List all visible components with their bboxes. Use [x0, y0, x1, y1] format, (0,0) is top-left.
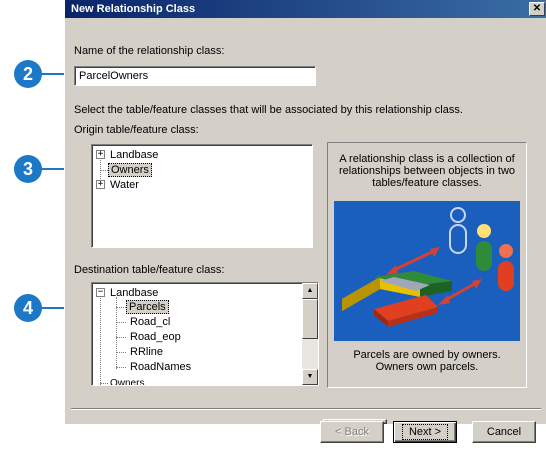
parcels-icon [342, 271, 452, 327]
info-panel: A relationship class is a collection of … [327, 142, 527, 388]
dest-scrollbar[interactable]: ▲ ▼ [302, 283, 318, 385]
relationship-name-input[interactable]: ParcelOwners [74, 66, 316, 86]
dest-connector [116, 352, 126, 353]
info-caption-1: Parcels are owned by owners. [353, 349, 501, 361]
collapse-icon[interactable]: − [96, 288, 105, 297]
next-button-label: Next > [401, 424, 449, 440]
callout-2: 2 [14, 60, 42, 88]
window-title: New Relationship Class [71, 3, 196, 15]
dest-connector [116, 367, 126, 368]
back-button[interactable]: < Back [320, 421, 384, 443]
info-description: A relationship class is a collection of … [338, 153, 516, 189]
instruction-text: Select the table/feature classes that wi… [74, 104, 463, 116]
scroll-up-icon[interactable]: ▲ [302, 283, 318, 299]
dest-connector [100, 383, 108, 384]
next-button[interactable]: Next > [393, 421, 457, 443]
dest-tree-trunk [100, 295, 101, 385]
dest-connector [116, 307, 126, 308]
parcels-owners-graphic [342, 207, 514, 327]
dest-item-roadnames[interactable]: RoadNames [130, 360, 191, 374]
dest-item-label-selected: Parcels [126, 300, 169, 314]
dest-item-label: Landbase [110, 287, 159, 299]
destination-label: Destination table/feature class: [74, 264, 225, 276]
dest-item-rrline[interactable]: RRline [130, 345, 163, 359]
title-bar: New Relationship Class ✕ [65, 0, 546, 18]
callout-3: 3 [14, 155, 42, 183]
cancel-button[interactable]: Cancel [472, 421, 536, 443]
origin-tree-connector-h [100, 170, 108, 171]
close-icon[interactable]: ✕ [529, 2, 545, 16]
new-relationship-class-dialog: New Relationship Class ✕ Name of the rel… [64, 0, 546, 424]
origin-item-owners[interactable]: Owners [108, 163, 152, 177]
relationship-illustration [334, 201, 520, 341]
dest-connector [116, 337, 126, 338]
scroll-thumb[interactable] [302, 299, 318, 339]
origin-tree[interactable]: + Landbase Owners + Water [91, 144, 313, 248]
origin-item-label: Water [110, 179, 139, 191]
owners-icon [449, 207, 514, 291]
dest-item-owners-partial[interactable]: Owners [110, 377, 144, 385]
expand-icon[interactable]: + [96, 150, 105, 159]
scroll-down-icon[interactable]: ▼ [302, 369, 318, 385]
dest-item-road-cl[interactable]: Road_cl [130, 315, 170, 329]
origin-item-label: Landbase [110, 149, 159, 161]
info-caption-2: Owners own parcels. [375, 361, 479, 373]
origin-item-label-selected: Owners [108, 163, 152, 177]
dest-item-parcels[interactable]: Parcels [126, 300, 169, 314]
callout-4: 4 [14, 294, 42, 322]
expand-icon[interactable]: + [96, 180, 105, 189]
button-separator [71, 408, 541, 410]
dest-connector [116, 322, 126, 323]
name-label: Name of the relationship class: [74, 45, 225, 57]
dest-item-road-eop[interactable]: Road_eop [130, 330, 181, 344]
destination-tree[interactable]: − Landbase Parcels Road_cl Road_eop RRli… [91, 282, 319, 386]
origin-label: Origin table/feature class: [74, 124, 199, 136]
